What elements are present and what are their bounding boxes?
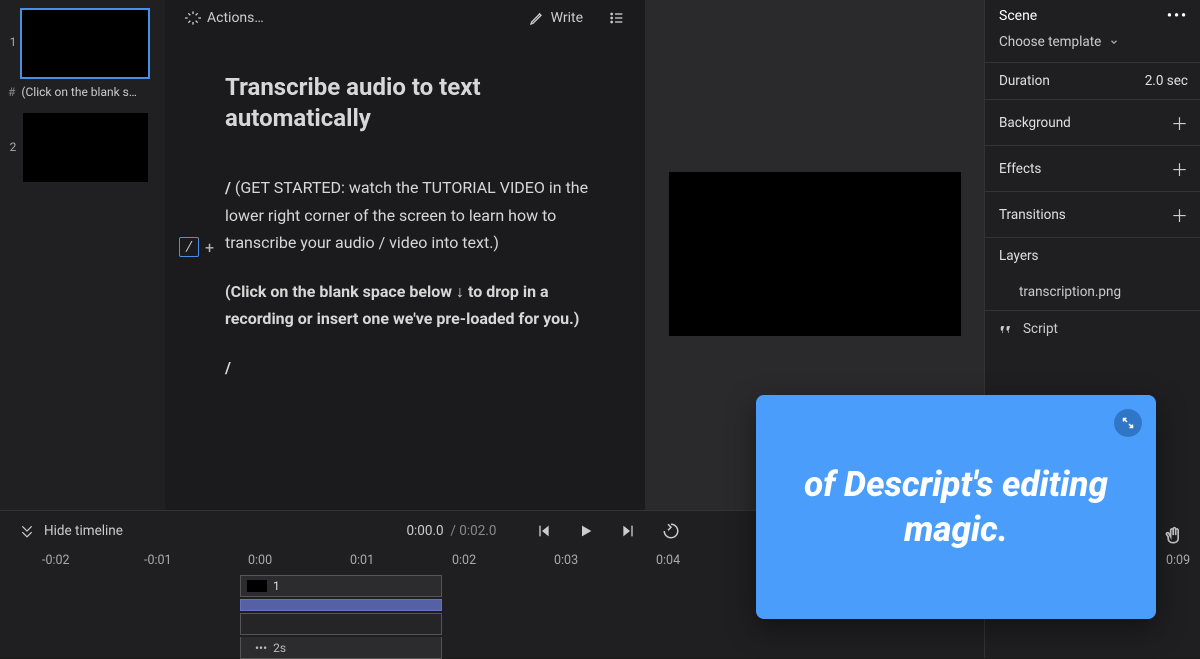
scene-caption-text: (Click on the blank s… (21, 85, 137, 99)
duration-value[interactable]: 2.0 sec (1145, 73, 1188, 89)
editor-toolbar: Actions… Write (165, 0, 645, 36)
effects-row: Effects ＋ (985, 146, 1200, 192)
scene-index: 2 (6, 140, 20, 154)
doc-paragraph-1: / (GET STARTED: watch the TUTORIAL VIDEO… (225, 174, 599, 256)
transitions-row: Transitions ＋ (985, 192, 1200, 238)
time-current: 0:00.0 (406, 523, 443, 539)
ruler-tick: 0:02 (452, 553, 476, 568)
collapse-icon (20, 524, 34, 538)
scene-thumbnail (23, 113, 148, 182)
slash-marker[interactable]: / (179, 237, 199, 257)
hide-timeline-label: Hide timeline (44, 523, 123, 539)
doc-paragraph-3: / (225, 354, 599, 381)
script-editor: Actions… Write / + Transcribe audio to t… (165, 0, 645, 511)
ruler-tick: -0:01 (144, 553, 172, 568)
timeline-timecode: 0:00.0 / 0:02.0 (406, 523, 496, 539)
transition-clip[interactable]: ••• 2s (240, 637, 442, 659)
tutorial-minimize-button[interactable] (1114, 409, 1142, 437)
minimize-icon (1122, 417, 1134, 429)
scene-index: 1 (6, 35, 20, 49)
duration-row: Duration 2.0 sec (985, 63, 1200, 100)
ruler-tick: -0:02 (42, 553, 70, 568)
clip-thumbnail (247, 580, 267, 592)
canvas-video-frame[interactable] (669, 172, 961, 336)
add-background-button[interactable]: ＋ (1171, 110, 1188, 135)
hide-timeline-button[interactable]: Hide timeline (20, 523, 123, 539)
ruler-tick: 0:04 (656, 553, 680, 568)
list-button[interactable] (603, 6, 631, 30)
clip-label: 1 (273, 579, 280, 593)
actions-label: Actions… (207, 10, 264, 26)
scene-caption: # (Click on the blank s… (0, 79, 165, 109)
script-label: Script (1023, 321, 1058, 337)
transition-dots-icon: ••• (255, 641, 267, 655)
skip-forward-icon[interactable] (620, 523, 636, 539)
duration-label: Duration (999, 73, 1050, 89)
script-row[interactable]: Script (985, 311, 1200, 347)
hand-icon (1164, 526, 1184, 546)
audio-clip[interactable] (240, 599, 442, 611)
doc-title: Transcribe audio to text automatically (225, 72, 599, 134)
add-effect-button[interactable]: ＋ (1171, 156, 1188, 181)
actions-button[interactable]: Actions… (179, 6, 270, 30)
write-label: Write (551, 10, 583, 26)
tutorial-card: of Descript's editing magic. (756, 395, 1156, 619)
effects-label: Effects (999, 161, 1041, 177)
layer-item[interactable]: transcription.png (985, 274, 1200, 311)
write-button[interactable]: Write (523, 6, 589, 30)
chevron-down-icon (1109, 37, 1119, 47)
time-total: 0:02.0 (459, 523, 496, 539)
ruler-tick: 0:00 (248, 553, 272, 568)
choose-template-button[interactable]: Choose template (985, 30, 1200, 63)
list-icon (609, 10, 625, 26)
tutorial-text: of Descript's editing magic. (756, 462, 1156, 553)
background-row: Background ＋ (985, 100, 1200, 146)
hand-tool-button[interactable] (1164, 526, 1184, 546)
scene-item-2[interactable]: 2 (0, 109, 165, 182)
transition-duration: 2s (273, 641, 286, 655)
panel-menu-button[interactable]: ••• (1167, 8, 1188, 24)
layers-row: Layers (985, 238, 1200, 274)
pencil-icon (529, 10, 545, 26)
layers-label: Layers (999, 248, 1039, 264)
background-label: Background (999, 115, 1071, 131)
gap-clip[interactable] (240, 613, 442, 635)
video-clip[interactable]: 1 (240, 575, 442, 597)
add-transition-button[interactable]: ＋ (1171, 202, 1188, 227)
scene-item-1[interactable]: 1 (0, 4, 165, 79)
ruler-tick: 0:09 (1166, 553, 1190, 568)
play-icon[interactable] (578, 523, 594, 539)
scene-sidebar: 1 # (Click on the blank s… 2 (0, 0, 165, 511)
transitions-label: Transitions (999, 207, 1066, 223)
insert-button[interactable]: + (205, 238, 214, 257)
quote-icon (999, 322, 1013, 336)
loop-icon[interactable] (662, 522, 680, 540)
p1-text: (GET STARTED: watch the TUTORIAL VIDEO i… (225, 178, 588, 251)
ruler-tick: 0:01 (350, 553, 374, 568)
doc-paragraph-2: (Click on the blank space below ↓ to dro… (225, 278, 599, 332)
scene-caption-hash: # (8, 85, 15, 99)
sparkle-icon (185, 10, 201, 26)
skip-back-icon[interactable] (536, 523, 552, 539)
scene-thumbnail (20, 8, 150, 79)
ruler-tick: 0:03 (554, 553, 578, 568)
template-label: Choose template (999, 34, 1101, 50)
line-gutter: / + (179, 237, 214, 257)
panel-title: Scene (999, 8, 1037, 24)
document-body[interactable]: Transcribe audio to text automatically /… (165, 36, 645, 382)
